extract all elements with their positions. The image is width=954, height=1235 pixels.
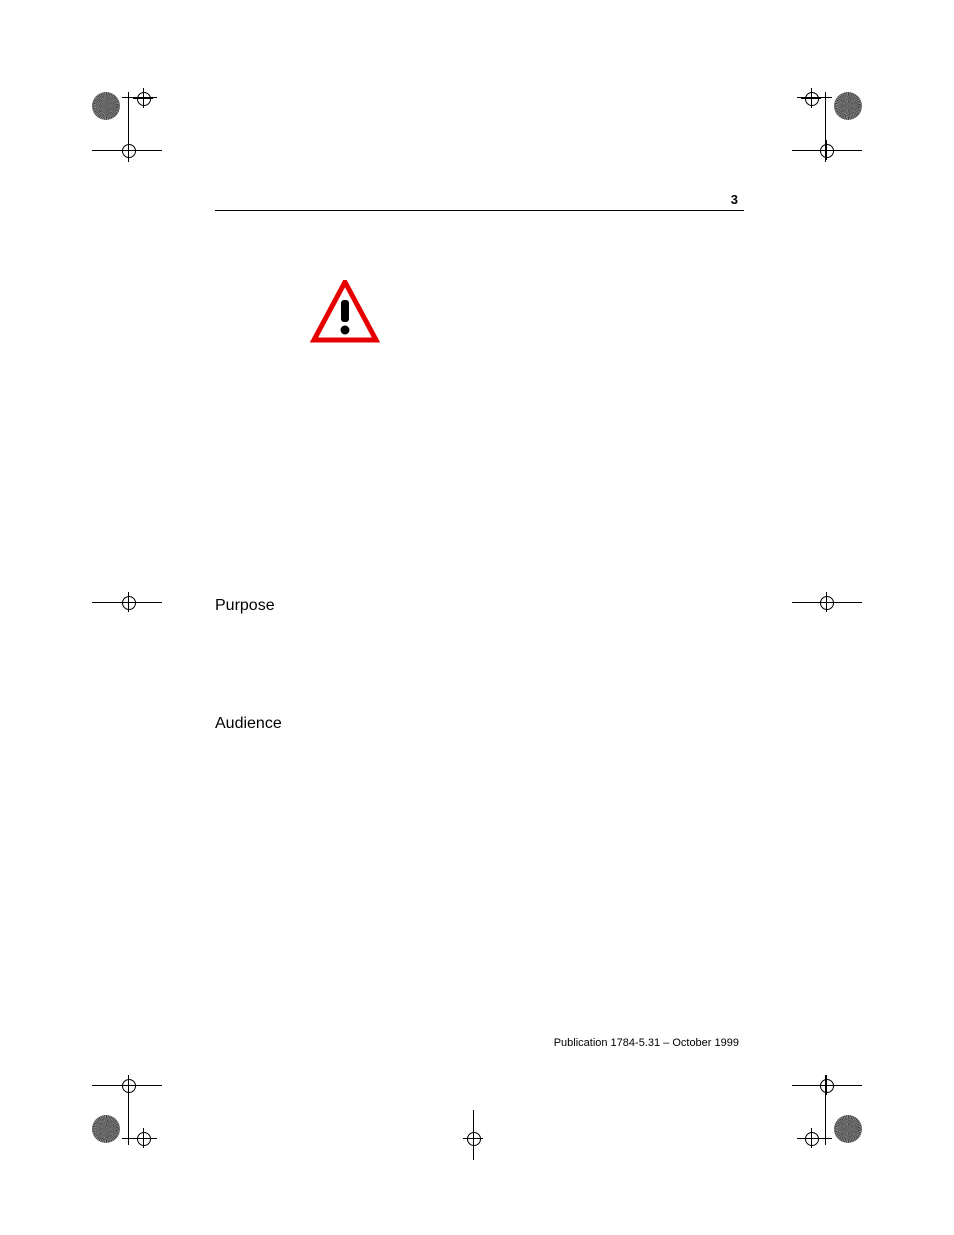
warning-icon	[310, 280, 380, 349]
header-rule	[215, 210, 744, 211]
crop-line	[792, 1085, 862, 1086]
crop-line	[473, 1110, 474, 1160]
section-heading-purpose: Purpose	[215, 597, 275, 615]
crop-line	[792, 150, 862, 151]
crop-line	[92, 150, 162, 151]
crop-line	[92, 602, 162, 603]
crosshair-mark	[133, 88, 153, 108]
registration-mark	[92, 92, 120, 120]
page-number: 3	[731, 192, 738, 207]
crosshair-mark	[801, 88, 821, 108]
section-heading-audience: Audience	[215, 715, 282, 733]
crosshair-mark	[133, 1128, 153, 1148]
registration-mark	[92, 1115, 120, 1143]
crop-line	[92, 1085, 162, 1086]
crosshair-mark	[801, 1128, 821, 1148]
registration-mark	[834, 1115, 862, 1143]
publication-footer: Publication 1784-5.31 – October 1999	[554, 1037, 739, 1049]
registration-mark	[834, 92, 862, 120]
crop-line	[792, 602, 862, 603]
